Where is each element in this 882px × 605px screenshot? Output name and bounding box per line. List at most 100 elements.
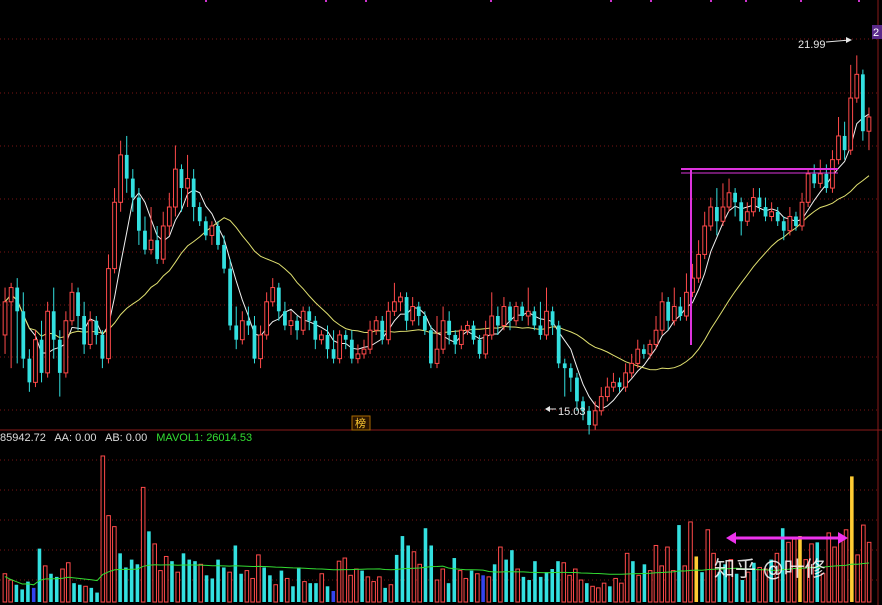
candle xyxy=(458,325,464,350)
volume-bar xyxy=(677,525,681,602)
high-price-label: 21.99 xyxy=(798,39,826,51)
candle-body xyxy=(15,287,20,312)
candle xyxy=(288,311,294,335)
candle xyxy=(94,316,99,345)
volume-bar xyxy=(826,532,832,603)
candle-body xyxy=(51,311,56,340)
candle-body xyxy=(283,311,287,326)
volume-bar xyxy=(533,561,537,602)
candle xyxy=(264,292,270,340)
candle xyxy=(544,287,549,340)
candle-body xyxy=(307,311,312,321)
candle-body xyxy=(185,178,190,189)
volume-stats-row: 85942.72 AA: 0.00 AB: 0.00 MAVOL1: 26014… xyxy=(0,432,258,444)
volume-bar xyxy=(866,541,872,603)
candle xyxy=(440,306,446,354)
candle xyxy=(380,316,385,345)
candle xyxy=(733,188,737,217)
candle xyxy=(726,178,732,212)
candle xyxy=(866,107,872,151)
candle xyxy=(276,282,281,321)
candle-body xyxy=(404,297,409,321)
candle xyxy=(744,202,750,226)
candle xyxy=(684,273,689,321)
candle-body xyxy=(750,197,756,213)
candle xyxy=(495,306,500,335)
volume-bar xyxy=(394,554,399,602)
candle-body xyxy=(641,349,646,354)
volume-bar xyxy=(486,576,492,603)
candle-body xyxy=(380,320,385,340)
top-mark xyxy=(610,0,612,2)
candle-body xyxy=(100,334,105,359)
candle xyxy=(629,353,635,378)
candle xyxy=(617,377,622,392)
aa-value: AA: 0.00 xyxy=(54,432,97,444)
candle-body xyxy=(27,358,32,383)
candle-body xyxy=(659,301,665,331)
candle xyxy=(246,306,251,335)
volume-bar xyxy=(631,561,635,602)
candle xyxy=(550,306,555,335)
volume-bar xyxy=(331,591,336,602)
volume-bar xyxy=(175,571,181,603)
candle-body xyxy=(556,325,561,364)
volume-bar xyxy=(319,573,325,603)
candle-body xyxy=(361,348,367,355)
candle-body xyxy=(228,268,233,326)
candle-body xyxy=(714,207,719,222)
candle-body xyxy=(520,306,525,317)
candle xyxy=(641,344,646,359)
candle-body xyxy=(288,320,294,326)
candle xyxy=(8,282,14,369)
candle xyxy=(137,188,141,245)
candle-body xyxy=(325,334,330,350)
candle-body xyxy=(532,311,537,326)
candle xyxy=(598,387,604,416)
candle xyxy=(702,211,708,260)
volume-bar xyxy=(250,577,255,603)
candle xyxy=(239,311,245,345)
candle-body xyxy=(525,310,531,317)
top-mark xyxy=(490,0,492,2)
candle-body xyxy=(866,116,872,132)
candle xyxy=(118,140,124,212)
candle-body xyxy=(155,240,160,260)
candle-body xyxy=(477,339,482,354)
candle xyxy=(830,150,835,193)
candles xyxy=(2,55,872,435)
volume-bar xyxy=(423,528,428,602)
candle xyxy=(160,211,166,264)
volume-bar xyxy=(556,561,560,602)
candle-body xyxy=(246,320,251,326)
volume-bar xyxy=(100,455,106,603)
candle xyxy=(805,169,811,208)
volume-bar xyxy=(187,559,192,602)
candle-body xyxy=(173,168,178,208)
volume-bar xyxy=(227,571,232,603)
volume-bar xyxy=(429,545,434,602)
candle-body xyxy=(805,173,811,203)
candle xyxy=(623,363,628,392)
volume-bar xyxy=(163,555,169,603)
candle xyxy=(2,287,8,354)
candle-body xyxy=(264,301,270,336)
candle xyxy=(678,297,683,321)
candle xyxy=(166,192,172,236)
candle xyxy=(319,330,324,345)
candle-body xyxy=(33,339,38,383)
candle-body xyxy=(234,325,239,340)
candle xyxy=(191,169,196,222)
candle-body xyxy=(544,310,549,336)
candle-body xyxy=(647,343,653,355)
top-markers xyxy=(205,0,860,2)
volume-bar xyxy=(72,583,76,602)
volume-bar xyxy=(135,564,140,602)
candle-body xyxy=(495,316,500,326)
volume-bar xyxy=(336,560,342,603)
volume-bar xyxy=(291,586,295,602)
candle-body xyxy=(744,211,750,222)
volume-bar xyxy=(446,583,451,602)
volume-bar xyxy=(452,558,457,602)
volume-bar xyxy=(700,572,704,602)
